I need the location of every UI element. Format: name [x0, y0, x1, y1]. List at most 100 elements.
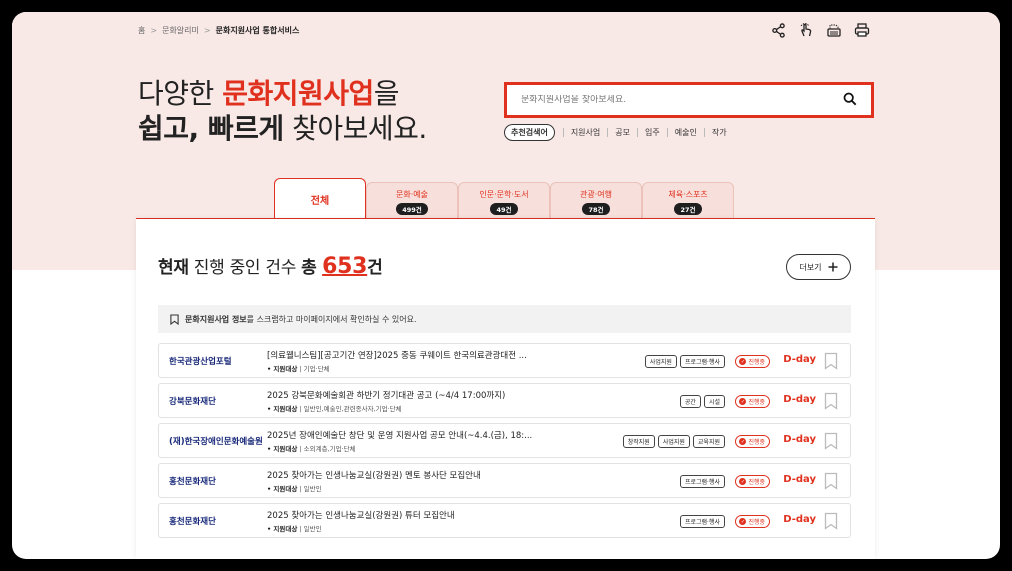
headline-text: 을	[373, 77, 400, 110]
plus-icon	[828, 262, 838, 272]
tab-sports[interactable]: 체육·스포츠 27건	[642, 182, 734, 220]
tab-count-badge: 78건	[582, 202, 610, 215]
bookmark-icon[interactable]	[824, 472, 838, 494]
item-title[interactable]: 2025 찾아가는 인생나눔교실(강원권) 튜터 모집안내	[267, 509, 547, 521]
category-tabs: 전체 문화·예술 499건 인문·문학·도서 49건 관광·여행 78건 체육·…	[274, 178, 734, 220]
list-item[interactable]: 홍천문화재단 2025 찾아가는 인생나눔교실(강원권) 멘토 봉사단 모집안내…	[158, 463, 851, 498]
item-title[interactable]: 2025 찾아가는 인생나눔교실(강원권) 멘토 봉사단 모집안내	[267, 469, 547, 481]
status-badge: ✓ 진행중	[735, 435, 770, 448]
total-unit: 건	[367, 258, 383, 278]
check-icon: ✓	[739, 478, 747, 485]
keyword-link[interactable]: 예술인	[666, 128, 704, 137]
tab-tourism[interactable]: 관광·여행 78건	[550, 182, 642, 220]
item-tag: 프로그램·행사	[679, 355, 725, 368]
item-title[interactable]: 2025년 장애인예술단 창단 및 운영 지원사업 공모 안내(~4.4.(금)…	[267, 429, 547, 441]
keyword-link[interactable]: 입주	[637, 128, 667, 137]
tab-label: 전체	[310, 196, 330, 207]
headline-text: 다양한	[138, 77, 223, 110]
tab-culture-art[interactable]: 문화·예술 499건	[366, 182, 458, 220]
total-label: 현재	[158, 258, 189, 278]
bookmark-icon[interactable]	[824, 352, 838, 374]
meta-value: 일반인	[303, 484, 322, 493]
notice-rest: 를 스크랩하고 마이페이지에서 확인하실 수 있어요.	[246, 314, 417, 324]
item-tag: 창작지원	[622, 435, 655, 448]
check-icon: ✓	[739, 518, 747, 525]
breadcrumb-item[interactable]: 문화알리미	[162, 25, 199, 36]
org-name: 홍천문화재단	[169, 476, 216, 487]
bookmark-icon[interactable]	[824, 432, 838, 454]
search-input[interactable]	[521, 95, 843, 105]
more-label: 더보기	[799, 262, 822, 272]
item-tag: 시설	[703, 395, 725, 408]
recommended-keywords: 추천검색어 지원사업 공모 입주 예술인 작가	[504, 124, 734, 141]
results-panel: 현재 진행 중인 건수 총 653건 더보기 문화지원사업 정보를 스크랩하고 …	[136, 219, 875, 559]
list-item[interactable]: 한국관광산업포털 [의료웰니스팀][공고기간 연장]2025 중동 쿠웨이트 한…	[158, 343, 851, 378]
keyword-link[interactable]: 지원사업	[562, 128, 607, 137]
share-icon[interactable]	[770, 22, 786, 38]
toolbar	[770, 22, 870, 38]
meta-label: • 지원대상	[267, 404, 298, 413]
total-count: 현재 진행 중인 건수 총 653건	[158, 253, 383, 279]
item-tag: 교육지원	[692, 435, 725, 448]
breadcrumb-separator: >	[150, 26, 158, 35]
bookmark-icon[interactable]	[824, 512, 838, 534]
more-button[interactable]: 더보기	[786, 254, 851, 280]
item-tag: 프로그램·행사	[679, 475, 725, 488]
meta-label: • 지원대상	[267, 524, 298, 533]
tab-label: 인문·문학·도서	[479, 189, 529, 199]
tab-label: 문화·예술	[396, 189, 428, 199]
meta-value: 일반인,예술인,관련종사자,기업·단체	[303, 404, 402, 413]
print-icon[interactable]	[854, 22, 870, 38]
page-frame: 홈 > 문화알리미 > 문화지원사업 통합서비스 다양한 문화지원사업을 쉽고,…	[12, 12, 1000, 559]
total-label: 진행 중인 건수	[188, 258, 302, 278]
item-tags: 프로그램·행사	[679, 515, 725, 528]
status-badge: ✓ 진행중	[735, 355, 770, 368]
dday-label: D-day	[783, 434, 816, 445]
item-tags: 공간 시설	[679, 395, 725, 408]
tab-count-badge: 499건	[396, 202, 428, 215]
status-badge: ✓ 진행중	[735, 395, 770, 408]
item-title[interactable]: [의료웰니스팀][공고기간 연장]2025 중동 쿠웨이트 한국의료관광대전 .…	[267, 349, 547, 361]
touch-icon[interactable]	[798, 22, 814, 38]
bookmark-icon	[170, 313, 179, 325]
org-name: 한국관광산업포털	[169, 356, 232, 367]
list-item[interactable]: 강북문화재단 2025 강북문화예술회관 하반기 정기대관 공고 (~4/4 1…	[158, 383, 851, 418]
breadcrumb-current: 문화지원사업 통합서비스	[215, 26, 300, 35]
keywords-label: 추천검색어	[504, 124, 555, 141]
breadcrumb: 홈 > 문화알리미 > 문화지원사업 통합서비스	[138, 25, 299, 36]
search-icon[interactable]	[843, 91, 857, 110]
search-box	[504, 82, 874, 118]
scrap-notice: 문화지원사업 정보를 스크랩하고 마이페이지에서 확인하실 수 있어요.	[158, 305, 851, 333]
headline-line2: 쉽고, 빠르게 찾아보세요.	[138, 111, 427, 146]
headline-highlight: 문화지원사업	[222, 77, 374, 110]
headline-line1: 다양한 문화지원사업을	[138, 76, 427, 111]
list-item[interactable]: 홍천문화재단 2025 찾아가는 인생나눔교실(강원권) 튜터 모집안내 • 지…	[158, 503, 851, 538]
item-tag: 프로그램·행사	[679, 515, 725, 528]
scrap-icon[interactable]	[826, 22, 842, 38]
item-tags: 프로그램·행사	[679, 475, 725, 488]
results-list: 한국관광산업포털 [의료웰니스팀][공고기간 연장]2025 중동 쿠웨이트 한…	[158, 343, 851, 543]
dday-label: D-day	[783, 514, 816, 525]
status-label: 진행중	[748, 359, 765, 366]
status-label: 진행중	[748, 439, 765, 446]
check-icon: ✓	[739, 438, 747, 445]
total-label: 총	[301, 258, 323, 278]
dday-label: D-day	[783, 394, 816, 405]
tab-all[interactable]: 전체	[274, 178, 366, 220]
org-name: 강북문화재단	[169, 396, 216, 407]
list-item[interactable]: (재)한국장애인문화예술원 2025년 장애인예술단 창단 및 운영 지원사업 …	[158, 423, 851, 458]
item-tags: 사업지원 프로그램·행사	[644, 355, 725, 368]
org-name: 홍천문화재단	[169, 516, 216, 527]
item-tag: 사업지원	[657, 435, 690, 448]
page-headline: 다양한 문화지원사업을 쉽고, 빠르게 찾아보세요.	[138, 76, 427, 146]
item-title[interactable]: 2025 강북문화예술회관 하반기 정기대관 공고 (~4/4 17:00까지)	[267, 389, 547, 401]
keyword-link[interactable]: 작가	[703, 128, 734, 137]
breadcrumb-home[interactable]: 홈	[138, 25, 145, 36]
keyword-link[interactable]: 공모	[607, 128, 637, 137]
meta-value: 기업·단체	[303, 364, 330, 373]
dday-label: D-day	[783, 354, 816, 365]
bookmark-icon[interactable]	[824, 392, 838, 414]
meta-label: • 지원대상	[267, 484, 298, 493]
tab-humanities[interactable]: 인문·문학·도서 49건	[458, 182, 550, 220]
notice-text: 문화지원사업 정보를 스크랩하고 마이페이지에서 확인하실 수 있어요.	[185, 314, 417, 325]
